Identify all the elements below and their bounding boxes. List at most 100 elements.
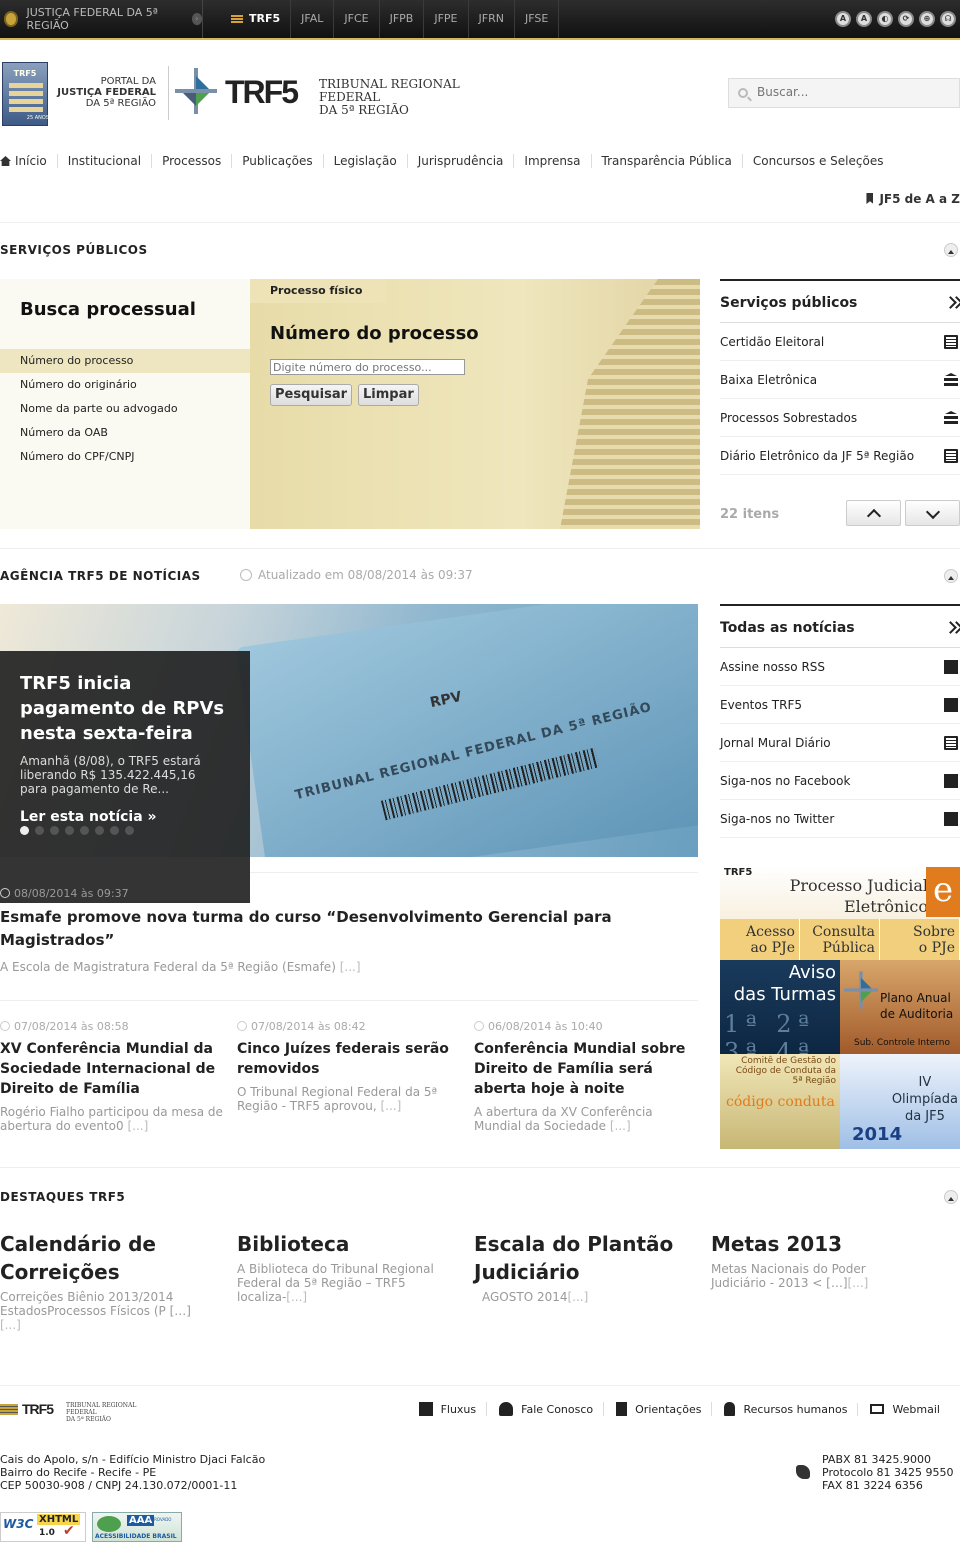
more-link[interactable]: [...] [610, 1119, 631, 1133]
slider-dot[interactable] [110, 826, 119, 835]
busca-option-nome-parte[interactable]: Nome da parte ou advogado [0, 397, 250, 421]
scroll-down-button[interactable] [905, 500, 960, 526]
search-input[interactable] [757, 85, 953, 99]
footer-link-recursos-humanos[interactable]: Recursos humanos [711, 1402, 857, 1416]
more-link[interactable]: [...] [568, 1290, 589, 1304]
nav-jurisprudencia[interactable]: Jurisprudência [406, 154, 514, 168]
slider-dot[interactable] [35, 826, 44, 835]
tab-jfpe[interactable]: JFPE [424, 0, 469, 38]
featured-news-title[interactable]: Esmafe promove nova turma do curso “Dese… [0, 906, 640, 952]
contrast-icon[interactable]: ◐ [877, 11, 893, 27]
collapse-icon[interactable] [944, 243, 958, 257]
facebook-icon [944, 774, 958, 788]
portal-logo[interactable]: TRF5 25 ANOS PORTAL DA JUSTIÇA FEDERAL D… [0, 62, 165, 128]
list-item[interactable]: Siga-nos no Twitter [720, 800, 960, 838]
increase-font-icon[interactable]: A [835, 11, 851, 27]
reset-icon[interactable]: ⟳ [898, 11, 914, 27]
busca-option-numero-originario[interactable]: Número do originário [0, 373, 250, 397]
tab-processo-fisico[interactable]: Processo físico [250, 279, 386, 303]
destaque-title[interactable]: Biblioteca [237, 1230, 457, 1258]
nav-institucional[interactable]: Institucional [56, 154, 151, 168]
search-icon[interactable] [738, 88, 748, 98]
nav-imprensa[interactable]: Imprensa [513, 154, 590, 168]
pesquisar-button[interactable]: Pesquisar [270, 384, 353, 406]
list-item[interactable]: Jornal Mural Diário [720, 724, 960, 762]
more-link[interactable]: [...] [340, 960, 361, 974]
list-item[interactable]: Certidão Eleitoral [720, 323, 960, 361]
trf5-logo[interactable]: TRF5 TRIBUNAL REGIONAL FEDERAL DA 5ª REG… [168, 66, 508, 120]
destaque-title[interactable]: Metas 2013 [711, 1230, 911, 1258]
limpar-button[interactable]: Limpar [358, 384, 419, 406]
portal-link[interactable]: JUSTIÇA FEDERAL DA 5ª REGIÃO › [0, 0, 203, 38]
footer-link-fluxus[interactable]: Fluxus [407, 1402, 487, 1416]
olimpiada-banner[interactable]: IV Olimpíada da JF5 2014 [840, 1054, 960, 1149]
tab-trf5[interactable]: TRF5 [221, 0, 292, 38]
noticias-list-header[interactable]: Todas as notícias [720, 606, 960, 648]
plano-auditoria-banner[interactable]: Plano Anual de Auditoria Sub. Controle In… [840, 960, 960, 1054]
nav-processos[interactable]: Processos [151, 154, 231, 168]
layers-icon [944, 411, 958, 425]
plano-subtitle: Sub. Controle Interno [854, 1038, 950, 1048]
read-more-link[interactable]: Ler esta notícia » [20, 809, 157, 825]
list-title: Todas as notícias [720, 620, 855, 636]
pje-acesso-link[interactable]: Acesso ao PJe [720, 919, 800, 960]
list-item[interactable]: Diário Eletrônico da JF 5ª Região [720, 437, 960, 475]
tab-jfse[interactable]: JFSE [515, 0, 560, 38]
nav-legislacao[interactable]: Legislação [322, 154, 407, 168]
footer-link-orientacoes[interactable]: Orientações [603, 1402, 711, 1416]
news-title[interactable]: Conferência Mundial sobre Direito de Fam… [474, 1039, 698, 1099]
accessibility-icon[interactable]: ⊕ [919, 11, 935, 27]
codigo-conduta-banner[interactable]: Comitê de Gestão do Código de Conduta da… [720, 1054, 840, 1149]
busca-option-oab[interactable]: Número da OAB [0, 421, 250, 445]
nav-transparencia[interactable]: Transparência Pública [590, 154, 742, 168]
more-link[interactable]: [...] [127, 1119, 148, 1133]
footer-link-webmail[interactable]: Webmail [857, 1402, 950, 1416]
list-item[interactable]: Processos Sobrestados [720, 399, 960, 437]
jf5-a-z-link[interactable]: JF5 de A a Z [866, 192, 960, 206]
footer-logo[interactable]: TRF5 TRIBUNAL REGIONAL FEDERAL DA 5ª REGI… [0, 1401, 152, 1423]
busca-option-numero-processo[interactable]: Número do processo [0, 349, 250, 373]
nav-inicio[interactable]: Início [0, 154, 57, 168]
news-title[interactable]: Cinco Juízes federais serão removidos [237, 1039, 462, 1079]
tab-jfrn[interactable]: JFRN [469, 0, 515, 38]
news-title[interactable]: XV Conferência Mundial da Sociedade Inte… [0, 1039, 225, 1099]
slider-dot[interactable] [20, 826, 29, 835]
more-link[interactable]: [...] [0, 1318, 21, 1332]
slider-dot[interactable] [95, 826, 104, 835]
nav-concursos[interactable]: Concursos e Seleções [741, 154, 894, 168]
decrease-font-icon[interactable]: A [856, 11, 872, 27]
collapse-icon[interactable] [944, 569, 958, 583]
slider-dot[interactable] [80, 826, 89, 835]
more-link[interactable]: [...] [848, 1276, 869, 1290]
footer-link-fale-conosco[interactable]: Fale Conosco [486, 1402, 603, 1416]
servicos-list-header[interactable]: Serviços públicos [720, 281, 960, 323]
list-item[interactable]: Baixa Eletrônica [720, 361, 960, 399]
tab-jfpb[interactable]: JFPB [380, 0, 425, 38]
busca-option-cpf-cnpj[interactable]: Número do CPF/CNPJ [0, 445, 250, 469]
numero-processo-input[interactable] [270, 359, 465, 375]
pje-consulta-link[interactable]: Consulta Pública [800, 919, 880, 960]
list-item[interactable]: Assine nosso RSS [720, 648, 960, 686]
scroll-up-button[interactable] [846, 500, 901, 526]
portal-logo-line: PORTAL DA [100, 76, 156, 87]
collapse-icon[interactable] [944, 1190, 958, 1204]
destaque-title[interactable]: Escala do Plantão Judiciário [474, 1230, 694, 1286]
accessibility-brasil-badge[interactable]: AAA APROVADO ACESSIBILIDADE BRASIL [92, 1512, 182, 1542]
slider-dot[interactable] [125, 826, 134, 835]
pje-sobre-link[interactable]: Sobre o PJe [880, 919, 960, 960]
audio-icon[interactable]: ☊ [940, 11, 956, 27]
more-link[interactable]: [...] [380, 1099, 401, 1113]
tab-jfce[interactable]: JFCE [334, 0, 380, 38]
aviso-turmas-banner[interactable]: Aviso das Turmas 1ª 2ª 3ª 4ª [720, 960, 840, 1054]
destaque-title[interactable]: Calendário de Correições [0, 1230, 210, 1286]
list-item[interactable]: Eventos TRF5 [720, 686, 960, 724]
w3c-xhtml-badge[interactable]: W3C XHTML 1.0 ✔ [0, 1512, 86, 1542]
pje-banner[interactable]: TRF5 Processo Judicial Eletrônico e Acess… [720, 865, 960, 960]
slider-dot[interactable] [50, 826, 59, 835]
tab-jfal[interactable]: JFAL [291, 0, 335, 38]
hero-title[interactable]: TRF5 inicia pagamento de RPVs nesta sext… [20, 671, 230, 746]
nav-publicacoes[interactable]: Publicações [231, 154, 322, 168]
more-link[interactable]: [...] [286, 1290, 307, 1304]
slider-dot[interactable] [65, 826, 74, 835]
list-item[interactable]: Siga-nos no Facebook [720, 762, 960, 800]
